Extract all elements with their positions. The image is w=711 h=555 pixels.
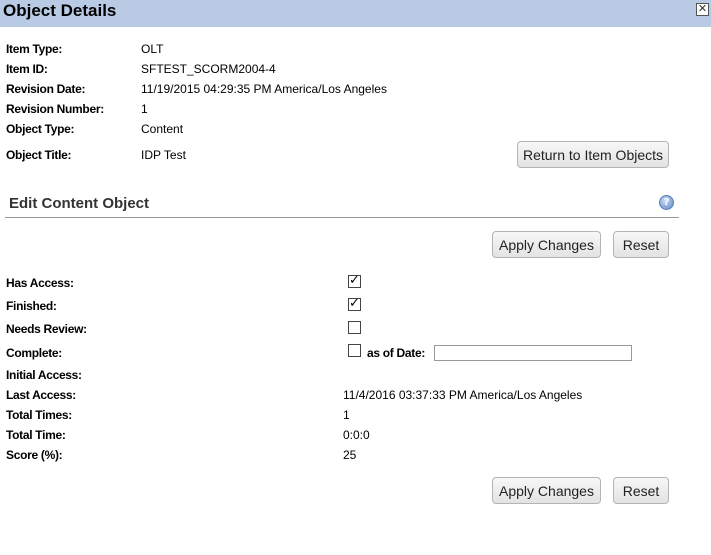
item-id-value: SFTEST_SCORM2004-4 <box>141 62 276 76</box>
has-access-checkbox[interactable]: ✓ <box>348 274 361 288</box>
total-time-value: 0:0:0 <box>343 428 370 442</box>
item-type-value: OLT <box>141 42 164 56</box>
has-access-label: Has Access: <box>6 276 74 290</box>
complete-checkbox[interactable] <box>348 344 361 357</box>
score-label: Score (%): <box>6 448 63 462</box>
as-of-date-label: as of Date: <box>367 346 426 360</box>
revision-number-label: Revision Number: <box>6 102 104 116</box>
object-title-value: IDP Test <box>141 148 186 162</box>
revision-date-label: Revision Date: <box>6 82 86 96</box>
last-access-value: 11/4/2016 03:37:33 PM America/Los Angele… <box>343 388 583 402</box>
window-title: Object Details <box>3 1 117 20</box>
total-times-value: 1 <box>343 408 350 422</box>
object-type-value: Content <box>141 122 184 136</box>
score-value: 25 <box>343 448 357 462</box>
edit-content-object-title: Edit Content Object <box>9 195 149 212</box>
close-icon[interactable]: ✕ <box>696 3 709 16</box>
complete-label: Complete: <box>6 346 62 360</box>
apply-changes-button-bottom[interactable]: Apply Changes <box>492 477 601 504</box>
title-bar: Object Details ✕ <box>0 0 711 27</box>
return-to-item-objects-button[interactable]: Return to Item Objects <box>517 141 669 168</box>
reset-button-bottom[interactable]: Reset <box>613 477 669 504</box>
as-of-date-input[interactable] <box>434 345 632 361</box>
total-times-label: Total Times: <box>6 408 72 422</box>
total-time-label: Total Time: <box>6 428 66 442</box>
last-access-label: Last Access: <box>6 388 76 402</box>
initial-access-label: Initial Access: <box>6 368 82 382</box>
item-id-label: Item ID: <box>6 62 48 76</box>
apply-changes-button-top[interactable]: Apply Changes <box>492 231 601 258</box>
needs-review-checkbox[interactable] <box>348 321 361 334</box>
item-type-label: Item Type: <box>6 42 63 56</box>
help-icon[interactable]: ? <box>659 195 674 210</box>
object-title-label: Object Title: <box>6 148 72 162</box>
revision-number-value: 1 <box>141 102 148 116</box>
reset-button-top[interactable]: Reset <box>613 231 669 258</box>
needs-review-label: Needs Review: <box>6 322 87 336</box>
finished-label: Finished: <box>6 299 57 313</box>
finished-checkbox[interactable]: ✓ <box>348 297 361 311</box>
section-divider <box>5 217 679 218</box>
revision-date-value: 11/19/2015 04:29:35 PM America/Los Angel… <box>141 82 387 96</box>
object-type-label: Object Type: <box>6 122 75 136</box>
